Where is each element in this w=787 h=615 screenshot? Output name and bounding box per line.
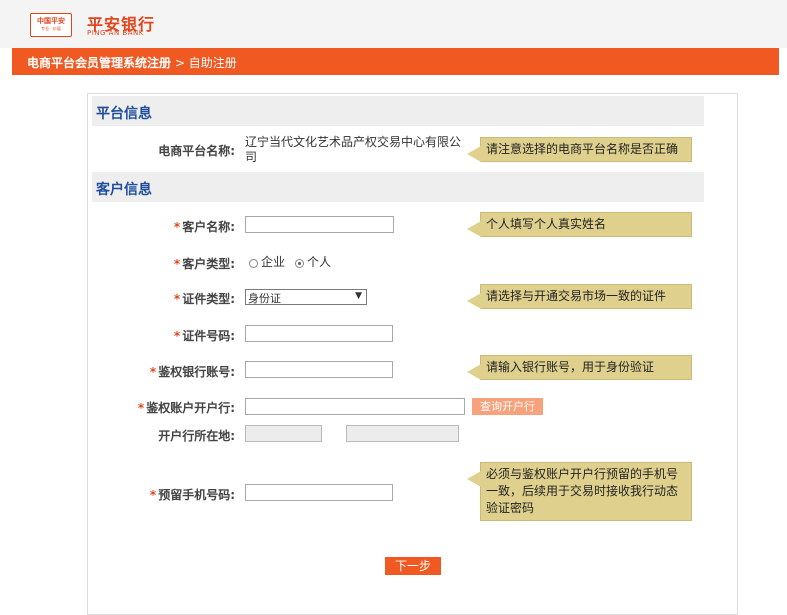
id-type-tip: 请选择与开通交易市场一致的证件 — [467, 284, 692, 309]
platform-name-value: 辽宁当代文化艺术品产权交易中心有限公司 — [245, 135, 462, 164]
breadcrumb-system: 电商平台会员管理系统注册 — [27, 56, 172, 70]
section-platform-title: 平台信息 — [96, 106, 152, 122]
breadcrumb-bar: 电商平台会员管理系统注册 > 自助注册 — [12, 48, 779, 75]
platform-name-label: 电商平台名称: — [158, 144, 235, 158]
platform-name-tip: 请注意选择的电商平台名称是否正确 — [467, 137, 692, 162]
breadcrumb-current: 自助注册 — [188, 56, 237, 70]
customer-name-label: * 客户名称: — [173, 220, 235, 234]
logo-text: 中国平安 — [37, 17, 65, 25]
phone-input[interactable] — [245, 484, 393, 501]
section-platform: 平台信息 — [92, 96, 704, 126]
phone-tip: 必须与鉴权账户开户行预留的手机号一致，后续用于交易时接收我行动态验证密码 — [467, 462, 692, 521]
bank-account-input[interactable] — [245, 361, 393, 378]
next-step-button[interactable]: 下一步 — [385, 557, 441, 575]
bank-account-tip: 请输入银行账号，用于身份验证 — [467, 355, 692, 380]
id-type-label: * 证件类型: — [173, 292, 235, 306]
section-customer: 客户信息 — [92, 172, 704, 202]
top-bar: 中国平安 专业 · 价值 平安银行 PING AN BANK — [0, 0, 787, 48]
account-bank-label: * 鉴权账户开户行: — [137, 401, 235, 415]
id-type-select[interactable]: 身份证 ▼ — [245, 289, 367, 305]
customer-type-individual-label[interactable]: 个人 — [307, 255, 331, 270]
bank-name-en: PING AN BANK — [87, 29, 144, 37]
chevron-down-icon: ▼ — [355, 291, 362, 301]
id-number-input[interactable] — [245, 325, 393, 342]
bank-city-field — [346, 425, 459, 442]
bank-account-label: * 鉴权银行账号: — [149, 365, 235, 379]
customer-type-label: * 客户类型: — [173, 257, 235, 271]
id-number-label: * 证件号码: — [173, 329, 235, 343]
breadcrumb-separator: > — [171, 56, 189, 70]
bank-location-label: 开户行所在地: — [158, 429, 235, 443]
id-type-selected: 身份证 — [248, 292, 281, 305]
customer-name-input[interactable] — [245, 216, 394, 233]
customer-type-enterprise-radio[interactable] — [249, 259, 258, 268]
query-bank-button[interactable]: 查询开户行 — [472, 398, 543, 415]
ping-an-logo: 中国平安 专业 · 价值 — [30, 13, 72, 37]
logo-slogan: 专业 · 价值 — [41, 26, 61, 31]
account-bank-input[interactable] — [245, 398, 465, 415]
customer-type-enterprise-label[interactable]: 企业 — [261, 255, 285, 270]
bank-province-field — [245, 425, 322, 442]
section-customer-title: 客户信息 — [96, 182, 152, 198]
customer-name-tip: 个人填写个人真实姓名 — [467, 212, 692, 237]
breadcrumb: 电商平台会员管理系统注册 > 自助注册 — [27, 54, 237, 71]
customer-type-individual-radio[interactable] — [295, 259, 304, 268]
phone-label: * 预留手机号码: — [149, 488, 235, 502]
